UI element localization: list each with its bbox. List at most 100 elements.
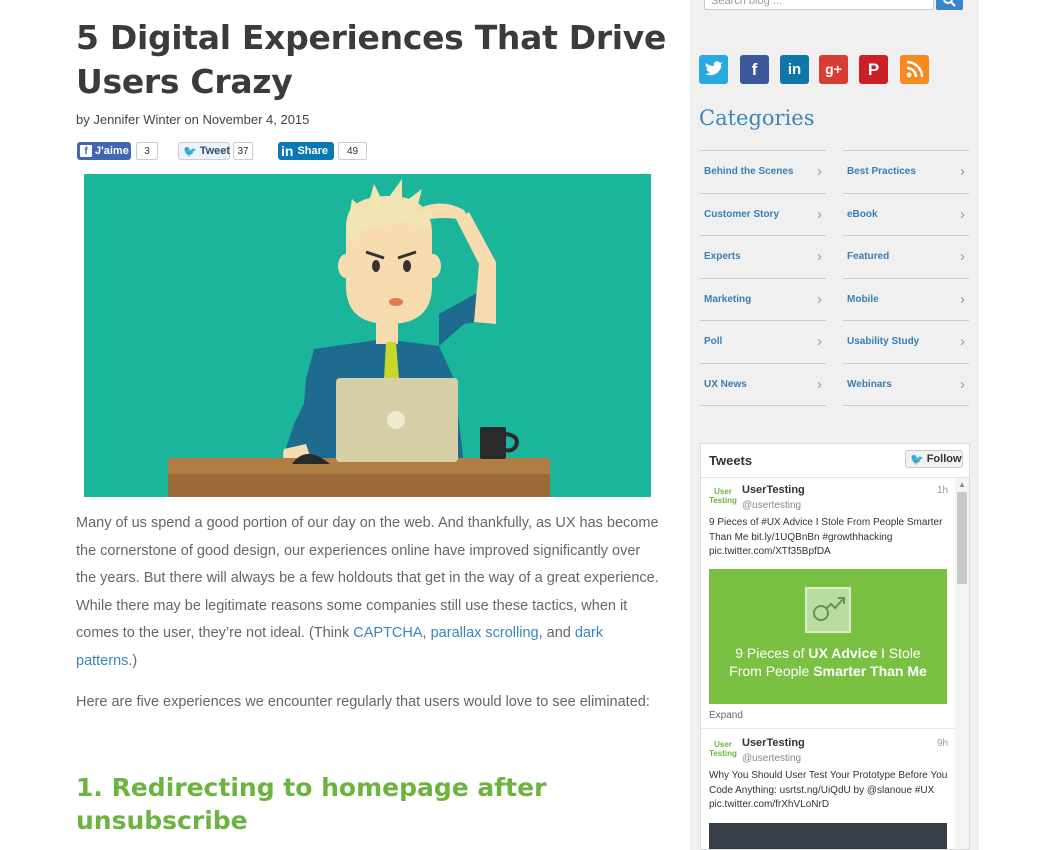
tweet-author-handle[interactable]: @usertesting [742, 500, 801, 511]
linkedin-icon[interactable]: in [780, 55, 809, 84]
category-label: Customer Story [704, 209, 780, 220]
captcha-link[interactable]: CAPTCHA [353, 625, 422, 641]
category-label: Webinars [847, 379, 892, 390]
blog-search-input[interactable]: Search blog ... [704, 0, 934, 10]
category-featured[interactable]: Featured › [843, 235, 969, 277]
chevron-right-icon: › [817, 291, 822, 308]
follow-button[interactable]: 🐦 Follow [905, 450, 963, 468]
tweet-button[interactable]: 🐦 Tweet [178, 142, 230, 160]
tweet-text: Why You Should User Test Your Prototype … [709, 770, 948, 810]
category-label: UX News [704, 379, 747, 390]
intro-end: .) [128, 652, 138, 669]
category-mobile[interactable]: Mobile › [843, 278, 969, 320]
article-title: 5 Digital Experiences That Drive Users C… [76, 18, 667, 101]
category-label: Experts [704, 251, 741, 262]
card-text-bold: Smarter Than Me [813, 663, 927, 679]
category-experts[interactable]: Experts › [700, 235, 826, 277]
facebook-like-count: 3 [136, 142, 158, 160]
twitter-bird-icon: 🐦 [910, 453, 924, 466]
tweet-media-card[interactable] [709, 823, 947, 849]
intro-separator-1: , [422, 625, 431, 642]
facebook-icon: f [80, 145, 92, 157]
chevron-right-icon: › [817, 248, 822, 265]
confused-user-illustration [84, 174, 651, 497]
category-divider [700, 405, 826, 406]
category-ebook[interactable]: eBook › [843, 193, 969, 235]
linkedin-share-button[interactable]: in Share [278, 142, 334, 160]
category-webinars[interactable]: Webinars › [843, 363, 969, 405]
category-label: Best Practices [847, 166, 916, 177]
scroll-up-arrow-icon[interactable]: ▲ [958, 480, 966, 489]
article-byline: by Jennifer Winter on November 4, 2015 [76, 112, 310, 127]
tweet-label: Tweet [199, 145, 231, 157]
category-usability-study[interactable]: Usability Study › [843, 320, 969, 362]
parallax-scrolling-link[interactable]: parallax scrolling [431, 625, 539, 641]
linkedin-icon: in [281, 143, 294, 159]
tweet-count: 37 [233, 142, 253, 160]
facebook-like-label: J'aime [95, 145, 129, 157]
twitter-bird-icon: 🐦 [183, 145, 197, 158]
follow-label: Follow [926, 453, 962, 465]
tweet-author-handle[interactable]: @usertesting [742, 753, 801, 764]
chevron-right-icon: › [817, 206, 822, 223]
tweet-author-name[interactable]: UserTesting [742, 484, 805, 496]
category-behind-the-scenes[interactable]: Behind the Scenes › [700, 150, 826, 192]
search-button[interactable] [936, 0, 963, 10]
googleplus-icon[interactable]: g+ [819, 55, 848, 84]
chevron-right-icon: › [960, 163, 965, 180]
category-label: eBook [847, 209, 878, 220]
category-best-practices[interactable]: Best Practices › [843, 150, 969, 192]
article-main: 5 Digital Experiences That Drive Users C… [0, 0, 690, 850]
category-marketing[interactable]: Marketing › [700, 278, 826, 320]
usertesting-avatar[interactable]: User Testing [709, 740, 737, 764]
search-icon [943, 0, 956, 7]
tweet-divider [701, 728, 955, 729]
linkedin-share-label: Share [297, 145, 329, 157]
category-label: Mobile [847, 294, 879, 305]
pinterest-icon[interactable]: P [859, 55, 888, 84]
category-label: Poll [704, 336, 723, 347]
chevron-right-icon: › [960, 291, 965, 308]
category-label: Featured [847, 251, 890, 262]
categories-title: Categories [699, 106, 815, 130]
intro-separator-2: , and [538, 625, 575, 642]
rss-icon[interactable] [900, 55, 929, 84]
category-customer-story[interactable]: Customer Story › [700, 193, 826, 235]
twitter-icon[interactable] [699, 55, 728, 84]
card-text-part: 9 Pieces of [735, 645, 809, 661]
usertesting-avatar[interactable]: User Testing [709, 487, 737, 511]
chevron-right-icon: › [960, 333, 965, 350]
card-headline: 9 Pieces of UX Advice I Stole From Peopl… [717, 644, 939, 680]
article-paragraph-list-intro: Here are five experiences we encounter r… [76, 694, 650, 710]
section-heading-1: 1. Redirecting to homepage after unsubsc… [76, 773, 547, 835]
hero-illustration [84, 174, 651, 497]
sidebar: Search blog ... f in g+ P Categories Beh… [690, 0, 979, 850]
timeline-scrollbar[interactable]: ▲ [955, 478, 969, 849]
facebook-icon[interactable]: f [740, 55, 769, 84]
category-divider [843, 405, 969, 406]
chevron-right-icon: › [960, 206, 965, 223]
tweet-timestamp[interactable]: 9h [937, 738, 948, 749]
growth-chart-icon [805, 587, 851, 633]
chevron-right-icon: › [960, 248, 965, 265]
linkedin-share-count: 49 [338, 142, 367, 160]
category-label: Behind the Scenes [704, 166, 794, 177]
card-text-bold: UX Advice [808, 645, 878, 661]
category-ux-news[interactable]: UX News › [700, 363, 826, 405]
facebook-like-button[interactable]: f J'aime [77, 142, 131, 160]
category-poll[interactable]: Poll › [700, 320, 826, 362]
twitter-timeline-widget: Tweets 🐦 Follow ▲ User Testing UserTesti… [700, 443, 970, 850]
chevron-right-icon: › [817, 163, 822, 180]
timeline-header: Tweets 🐦 Follow [701, 444, 969, 478]
expand-link[interactable]: Expand [709, 710, 743, 721]
tweet-timestamp[interactable]: 1h [937, 485, 948, 496]
timeline-title: Tweets [709, 453, 753, 468]
chevron-right-icon: › [817, 376, 822, 393]
category-label: Usability Study [847, 336, 920, 347]
tweet-author-name[interactable]: UserTesting [742, 737, 805, 749]
tweet-text: 9 Pieces of #UX Advice I Stole From Peop… [709, 517, 943, 557]
category-label: Marketing [704, 294, 752, 305]
scrollbar-thumb[interactable] [957, 492, 967, 584]
intro-text: Many of us spend a good portion of our d… [76, 515, 659, 642]
tweet-media-card[interactable]: 9 Pieces of UX Advice I Stole From Peopl… [709, 569, 947, 704]
